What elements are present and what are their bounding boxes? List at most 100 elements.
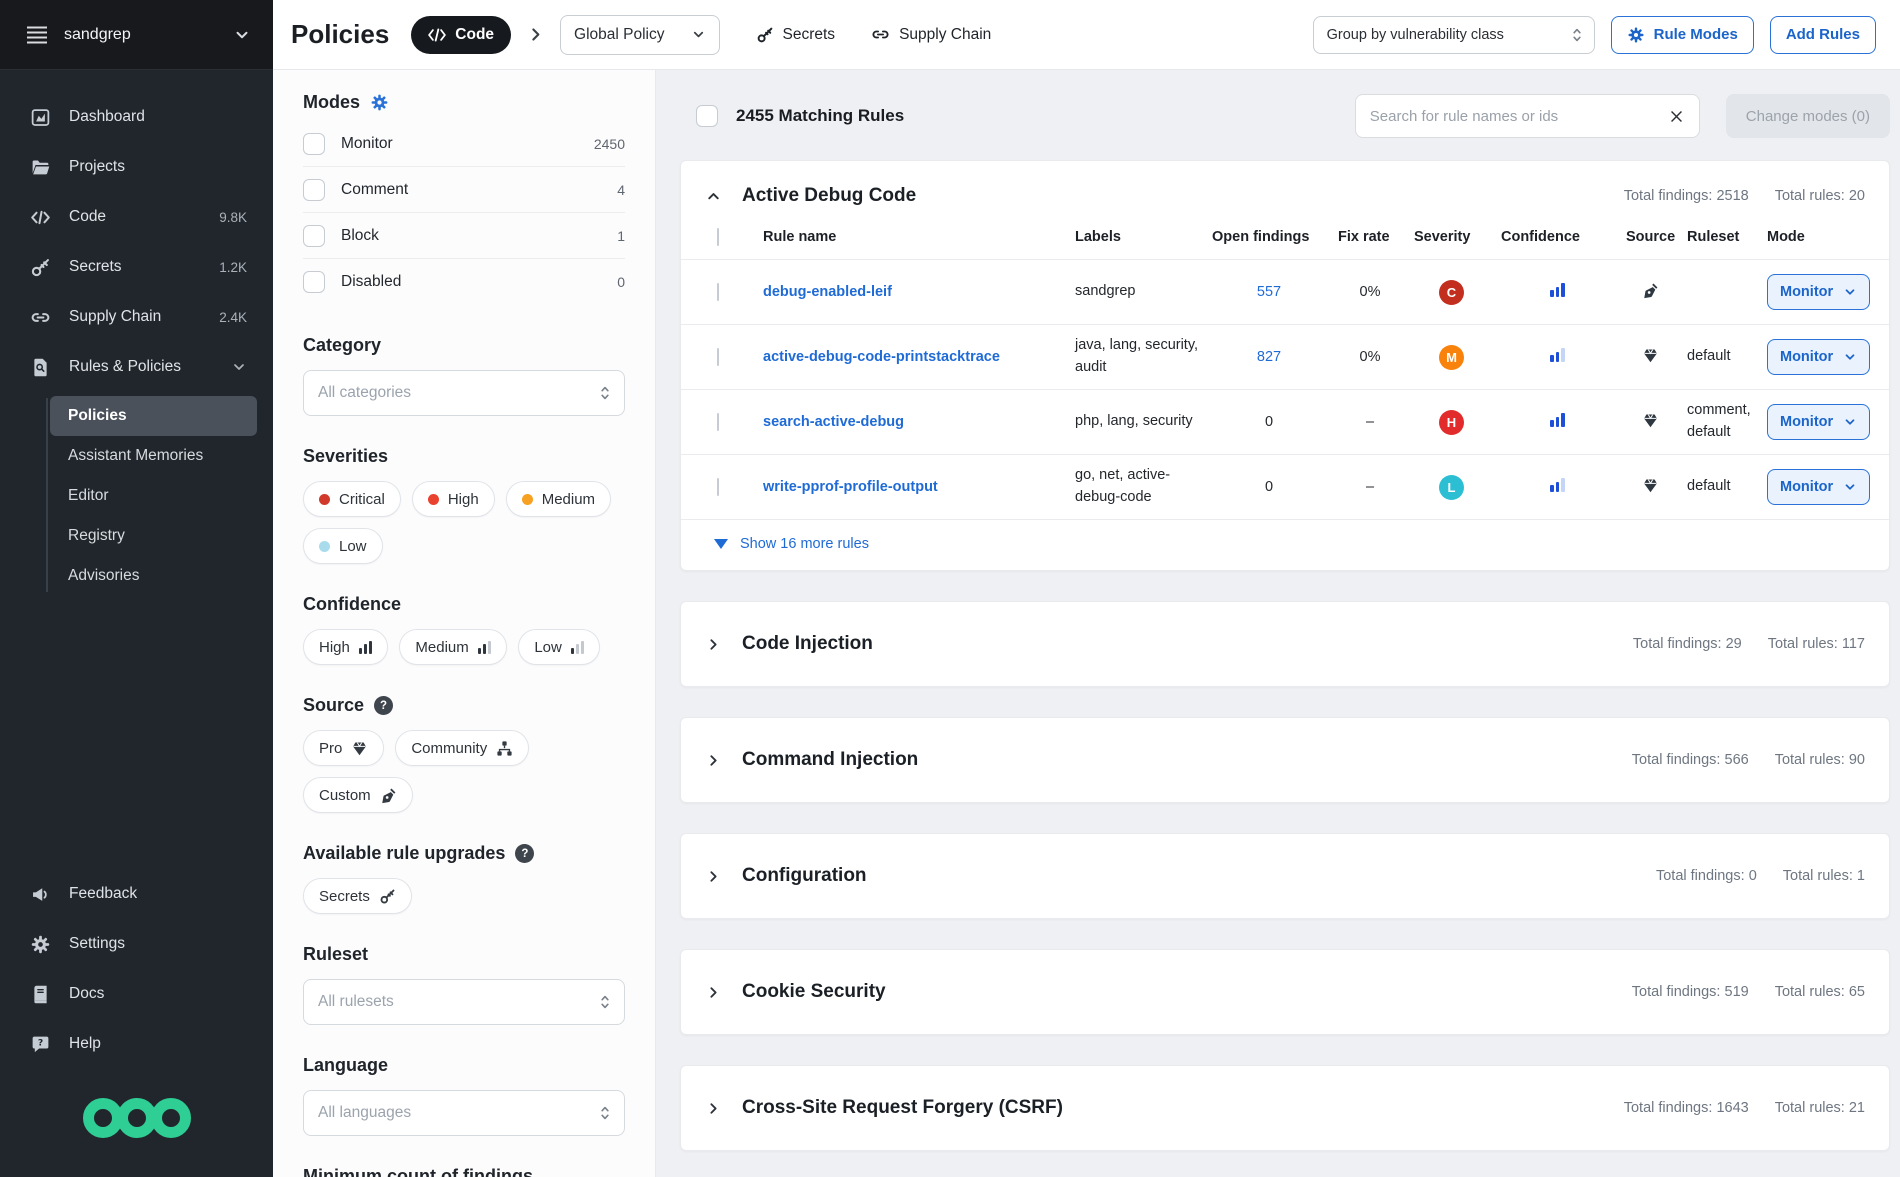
- mode-filter-monitor: Monitor 2450: [303, 121, 625, 167]
- row-checkbox[interactable]: [717, 413, 719, 431]
- rule-group-totals: Total findings: 566 Total rules: 90: [1632, 752, 1865, 768]
- group-by-select[interactable]: Group by vulnerability class: [1313, 16, 1595, 54]
- rule-group-collapsed[interactable]: Configuration Total findings: 0 Total ru…: [680, 833, 1890, 919]
- severity-pill-low[interactable]: Low: [303, 528, 383, 564]
- sidebar-item-supply-chain[interactable]: Supply Chain 2.4K: [0, 292, 273, 342]
- ruleset-select[interactable]: All rulesets: [303, 979, 625, 1025]
- show-more-rules[interactable]: Show 16 more rules: [681, 519, 1889, 570]
- chevron-up-icon[interactable]: [705, 188, 722, 205]
- mode-select-button[interactable]: Monitor: [1767, 469, 1870, 505]
- rule-group-collapsed[interactable]: Cross-Site Request Forgery (CSRF) Total …: [680, 1065, 1890, 1151]
- network-icon: [496, 740, 513, 757]
- checkbox[interactable]: [303, 179, 325, 201]
- fix-rate-value: 0%: [1326, 349, 1402, 365]
- confidence-pill-high[interactable]: High: [303, 629, 388, 665]
- severity-pill-high[interactable]: High: [412, 481, 495, 517]
- sidebar-item-secrets[interactable]: Secrets 1.2K: [0, 242, 273, 292]
- mode-select-button[interactable]: Monitor: [1767, 274, 1870, 310]
- sidebar-item-docs[interactable]: Docs: [0, 969, 273, 1019]
- sidebar-item-rules-policies[interactable]: Rules & Policies: [0, 342, 273, 392]
- key-icon: [30, 257, 51, 278]
- sidebar-item-help[interactable]: ? Help: [0, 1019, 273, 1069]
- rule-labels: sandgrep: [1063, 281, 1200, 303]
- source-pill-pro[interactable]: Pro: [303, 730, 384, 766]
- rule-group-header[interactable]: Active Debug Code Total findings: 2518 T…: [681, 161, 1889, 225]
- sidebar-item-projects[interactable]: Projects: [0, 142, 273, 192]
- checkbox[interactable]: [303, 133, 325, 155]
- confidence-pill-low[interactable]: Low: [518, 629, 600, 665]
- open-findings-value: 0: [1200, 414, 1326, 430]
- change-modes-button[interactable]: Change modes (0): [1726, 94, 1890, 138]
- rule-labels: php, lang, security: [1063, 411, 1200, 433]
- org-switcher[interactable]: sandgrep: [0, 0, 273, 70]
- sidebar-nav: Dashboard Projects Code 9.8K Secrets: [0, 70, 273, 602]
- help-bubble-icon: ?: [30, 1034, 51, 1055]
- rule-group-collapsed[interactable]: Code Injection Total findings: 29 Total …: [680, 601, 1890, 687]
- product-tab-supply-chain[interactable]: Supply Chain: [871, 25, 991, 44]
- group-select-checkbox[interactable]: [717, 228, 719, 246]
- confidence-pill-medium[interactable]: Medium: [399, 629, 507, 665]
- help-icon[interactable]: ?: [515, 844, 534, 863]
- upgrade-pill-secrets[interactable]: Secrets: [303, 878, 412, 914]
- sidebar-item-code[interactable]: Code 9.8K: [0, 192, 273, 242]
- sidebar-item-policies[interactable]: Policies: [50, 396, 257, 436]
- gear-icon: [30, 934, 51, 955]
- product-tab-code[interactable]: Code: [411, 16, 511, 54]
- sidebar-item-editor[interactable]: Editor: [50, 476, 257, 516]
- source-pill-community[interactable]: Community: [395, 730, 529, 766]
- checkbox[interactable]: [303, 225, 325, 247]
- severity-pill-medium[interactable]: Medium: [506, 481, 611, 517]
- svg-text:?: ?: [38, 1037, 43, 1048]
- row-checkbox[interactable]: [717, 348, 719, 366]
- chevron-right-icon[interactable]: [705, 636, 722, 653]
- stepper-icon: [598, 994, 612, 1010]
- rule-group-title: Code Injection: [742, 633, 873, 655]
- rule-search-input[interactable]: [1370, 108, 1668, 125]
- source-pill-custom[interactable]: Custom: [303, 777, 413, 813]
- hamburger-menu-icon[interactable]: [26, 25, 48, 45]
- sidebar-item-count: 9.8K: [219, 210, 247, 225]
- main-column: Policies Code Global Policy Sec: [273, 0, 1900, 1177]
- sidebar-item-advisories[interactable]: Advisories: [50, 556, 257, 596]
- select-all-checkbox[interactable]: [696, 105, 718, 127]
- severity-pill-critical[interactable]: Critical: [303, 481, 401, 517]
- row-checkbox[interactable]: [717, 283, 719, 301]
- mode-select-button[interactable]: Monitor: [1767, 339, 1870, 375]
- help-icon[interactable]: ?: [374, 696, 393, 715]
- chevron-right-icon[interactable]: [705, 868, 722, 885]
- language-select[interactable]: All languages: [303, 1090, 625, 1136]
- sidebar-item-count: 2.4K: [219, 310, 247, 325]
- row-checkbox[interactable]: [717, 478, 719, 496]
- rule-group-title: Configuration: [742, 865, 867, 887]
- rule-name-link[interactable]: write-pprof-profile-output: [763, 479, 938, 495]
- policy-select[interactable]: Global Policy: [560, 15, 719, 55]
- key-icon: [756, 26, 774, 44]
- sidebar-item-registry[interactable]: Registry: [50, 516, 257, 556]
- gear-icon[interactable]: [370, 93, 389, 112]
- chevron-right-icon: [527, 26, 544, 43]
- sidebar-item-dashboard[interactable]: Dashboard: [0, 92, 273, 142]
- chevron-right-icon[interactable]: [705, 1100, 722, 1117]
- chevron-right-icon[interactable]: [705, 984, 722, 1001]
- rule-search: [1355, 94, 1700, 138]
- rule-name-link[interactable]: active-debug-code-printstacktrace: [763, 349, 1000, 365]
- rule-name-link[interactable]: debug-enabled-leif: [763, 284, 892, 300]
- rule-group-collapsed[interactable]: Command Injection Total findings: 566 To…: [680, 717, 1890, 803]
- rule-group-collapsed[interactable]: Cookie Security Total findings: 519 Tota…: [680, 949, 1890, 1035]
- add-rules-button[interactable]: Add Rules: [1770, 16, 1876, 54]
- sidebar-item-feedback[interactable]: Feedback: [0, 869, 273, 919]
- gear-icon: [1627, 26, 1645, 44]
- rule-modes-button[interactable]: Rule Modes: [1611, 16, 1754, 54]
- checkbox[interactable]: [303, 271, 325, 293]
- chevron-right-icon[interactable]: [705, 752, 722, 769]
- org-name: sandgrep: [64, 26, 217, 44]
- rule-name-link[interactable]: search-active-debug: [763, 414, 904, 430]
- clear-search-icon[interactable]: [1668, 108, 1685, 125]
- category-select[interactable]: All categories: [303, 370, 625, 416]
- sidebar-item-assistant-memories[interactable]: Assistant Memories: [50, 436, 257, 476]
- ruleset-value: default: [1675, 346, 1755, 368]
- mode-select-button[interactable]: Monitor: [1767, 404, 1870, 440]
- sidebar-item-settings[interactable]: Settings: [0, 919, 273, 969]
- chevron-down-icon: [231, 359, 247, 375]
- product-tab-secrets[interactable]: Secrets: [756, 26, 836, 44]
